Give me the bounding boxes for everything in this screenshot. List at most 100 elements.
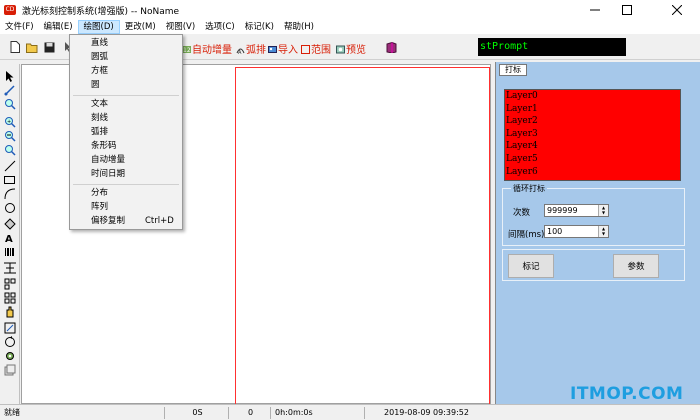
menu-help[interactable]: 帮助(H) [279,20,319,34]
menu-item-arc-text[interactable]: 弧排 [91,126,108,139]
menu-draw[interactable]: 绘图(D) [77,20,120,34]
layer-item[interactable]: Layer5 [505,153,680,166]
menu-item-barcode[interactable]: 条形码 [91,140,117,153]
fill-tool[interactable] [3,218,16,230]
menu-item-circle[interactable]: 圆 [91,79,100,92]
menu-item-auto-increment[interactable]: 自动增量 [91,154,125,167]
draw-menu-dropdown: 直线 圆弧 方框 圆 文本 刻线 弧排 条形码 自动增量 时间日期 分布 阵列 … [69,34,183,230]
tab-mark[interactable]: 打标 [499,64,527,76]
params-button[interactable]: 参数 [613,254,659,278]
menu-item-scale-line[interactable]: 刻线 [91,112,108,125]
select-tool[interactable] [3,70,16,82]
app-icon: CD [4,5,16,15]
hand-tool[interactable] [3,306,16,318]
layers-tool[interactable] [3,364,16,376]
arc-text-label: 弧排 [246,45,266,56]
new-file-icon [10,41,20,53]
auto-increment-button[interactable]: 12 自动增量 [182,41,232,56]
book-icon [386,41,396,53]
rectangle-icon [3,176,15,184]
rotate-icon [4,336,15,347]
zoom-all-tool[interactable] [3,144,16,156]
minimize-button[interactable] [580,0,610,20]
range-icon [301,45,310,54]
barcode-tool[interactable] [3,246,16,258]
node-edit-tool[interactable] [3,84,16,96]
close-button[interactable] [662,0,692,20]
hand-icon [6,306,13,318]
import-label: 导入 [278,45,298,56]
count-stepper[interactable]: 999999 ▲ ▼ [544,204,609,217]
zoom-all-icon [4,145,16,156]
preview-label: 预览 [346,45,366,56]
book-button[interactable] [385,41,397,53]
layer-item[interactable]: Layer2 [505,115,680,128]
grid-tool[interactable] [3,278,16,290]
mark-button[interactable]: 标记 [508,254,554,278]
range-button[interactable]: 范围 [301,41,331,56]
menu-options[interactable]: 选项(C) [200,20,240,34]
status-ready: 就绪 [4,408,20,417]
menu-file[interactable]: 文件(F) [0,20,39,34]
menu-item-line[interactable]: 直线 [91,37,108,50]
menu-item-datetime[interactable]: 时间日期 [91,168,125,181]
menu-view[interactable]: 视图(V) [161,20,200,34]
zoom-tool[interactable] [3,98,16,110]
transform-tool[interactable] [3,322,16,334]
circle-tool[interactable] [3,202,16,214]
preview-button[interactable]: 预览 [336,41,366,56]
menu-item-array[interactable]: 阵列 [91,201,108,214]
menu-edit[interactable]: 编辑(E) [39,20,78,34]
menu-item-arc[interactable]: 圆弧 [91,51,108,64]
loop-mark-group: 循环打标 次数 999999 ▲ ▼ 间隔(ms) 100 ▲ ▼ [502,183,685,246]
import-button[interactable]: 导入 [268,41,298,56]
new-file-button[interactable] [9,41,21,53]
layer-item[interactable]: Layer1 [505,103,680,116]
maximize-button[interactable] [612,0,642,20]
arc-icon [4,188,15,200]
menu-separator [73,95,179,96]
layer-item[interactable]: Layer6 [505,166,680,179]
spin-arrows-icon[interactable]: ▲ ▼ [598,205,608,216]
zoom-in-icon: + [4,117,16,128]
array-icon [4,292,15,304]
menu-modify[interactable]: 更改(M) [120,20,161,34]
menu-mark[interactable]: 标记(K) [240,20,279,34]
save-icon [44,42,54,52]
array-tool[interactable] [3,292,16,304]
menu-item-offset-copy[interactable]: 偏移复制 [91,215,125,228]
zoom-out-tool[interactable] [3,130,16,142]
layer-item[interactable]: Layer3 [505,128,680,141]
auto-increment-icon: 12 [182,46,191,54]
spin-arrows-icon[interactable]: ▲ ▼ [598,226,608,237]
svg-text:A: A [5,234,13,244]
zoom-in-tool[interactable]: + [3,116,16,128]
interval-label: 间隔(ms) [508,230,545,240]
layer-item[interactable]: Layer0 [505,90,680,103]
count-label: 次数 [513,208,531,218]
minimize-icon [590,9,600,11]
menu-item-rect[interactable]: 方框 [91,65,108,78]
line-tool[interactable] [3,160,16,172]
import-icon [268,46,277,53]
arc-text-button[interactable]: A 弧排 [236,41,266,56]
rect-tool[interactable] [3,174,16,186]
interval-stepper[interactable]: 100 ▲ ▼ [544,225,609,238]
settings-tool[interactable] [3,350,16,362]
work-area-boundary [235,67,490,407]
align-tool[interactable] [3,262,16,274]
arc-tool[interactable] [3,188,16,200]
open-button[interactable] [26,41,38,53]
menu-item-text[interactable]: 文本 [91,98,108,111]
save-button[interactable] [43,41,55,53]
maximize-icon [622,5,632,15]
circle-icon [4,203,15,213]
offset-copy-shortcut: Ctrl+D [145,216,174,226]
menu-item-distribute[interactable]: 分布 [91,187,108,200]
layer-item[interactable]: Layer4 [505,140,680,153]
prompt-display: stPrompt [478,38,626,56]
mark-panel: 打标 Layer0 Layer1 Layer2 Layer3 Layer4 La… [495,62,700,404]
layer-list[interactable]: Layer0 Layer1 Layer2 Layer3 Layer4 Layer… [504,89,681,181]
rotate-tool[interactable] [3,336,16,348]
text-tool[interactable]: A [3,232,16,244]
